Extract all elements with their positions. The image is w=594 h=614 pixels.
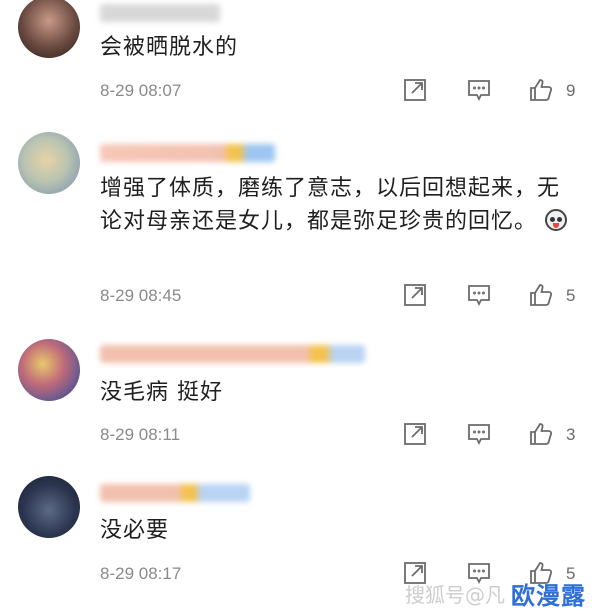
comment-text: 增强了体质，磨练了意志，以后回想起来，无论对母亲还是女儿，都是弥足珍贵的回忆。 [100, 172, 570, 238]
watermark-site: 搜狐号@凡 [405, 582, 505, 607]
thumbs-up-icon[interactable] [528, 421, 558, 451]
comment-icon[interactable] [466, 77, 496, 107]
comment-item: 增强了体质，磨练了意志，以后回想起来，无论对母亲还是女儿，都是弥足珍贵的回忆。 … [0, 120, 594, 325]
watermark: 搜狐号@凡 欧漫露 [405, 576, 586, 610]
comment-time: 8-29 08:45 [100, 286, 182, 305]
username-blurred[interactable] [100, 345, 365, 363]
comment-text: 会被晒脱水的 [100, 35, 239, 60]
comment-item: 没毛病 挺好 8-29 08:11 3 [0, 325, 594, 462]
comment-text-body: 增强了体质，磨练了意志，以后回想起来，无论对母亲还是女儿，都是弥足珍贵的回忆。 [100, 176, 561, 234]
comment-meta: 8-29 08:45 5 [100, 282, 580, 312]
comment-time: 8-29 08:07 [100, 81, 182, 100]
comment-icon[interactable] [466, 421, 496, 451]
thumbs-up-icon[interactable] [528, 282, 558, 312]
surprised-emoji-icon [545, 209, 568, 231]
share-icon[interactable] [402, 421, 432, 451]
thumbs-up-icon[interactable] [528, 77, 558, 107]
avatar[interactable] [18, 476, 80, 538]
like-count: 3 [566, 425, 576, 444]
comment-time: 8-29 08:11 [100, 425, 181, 444]
comment-icon[interactable] [466, 282, 496, 312]
username-blurred[interactable] [100, 4, 220, 22]
avatar[interactable] [18, 132, 80, 194]
share-icon[interactable] [402, 77, 432, 107]
username-blurred[interactable] [100, 484, 250, 502]
avatar[interactable] [18, 0, 80, 58]
comment-text: 没必要 [100, 518, 170, 543]
like-count: 9 [566, 81, 576, 100]
username-blurred[interactable] [100, 144, 275, 162]
like-count: 5 [566, 286, 576, 305]
watermark-brand: 欧漫露 [511, 581, 586, 610]
comment-item: 会被晒脱水的 8-29 08:07 9 [0, 0, 594, 120]
comment-meta: 8-29 08:11 3 [100, 421, 580, 451]
comment-text: 没毛病 挺好 [100, 380, 223, 405]
comment-time: 8-29 08:17 [100, 564, 182, 583]
share-icon[interactable] [402, 282, 432, 312]
comment-meta: 8-29 08:07 9 [100, 77, 580, 107]
avatar[interactable] [18, 339, 80, 401]
